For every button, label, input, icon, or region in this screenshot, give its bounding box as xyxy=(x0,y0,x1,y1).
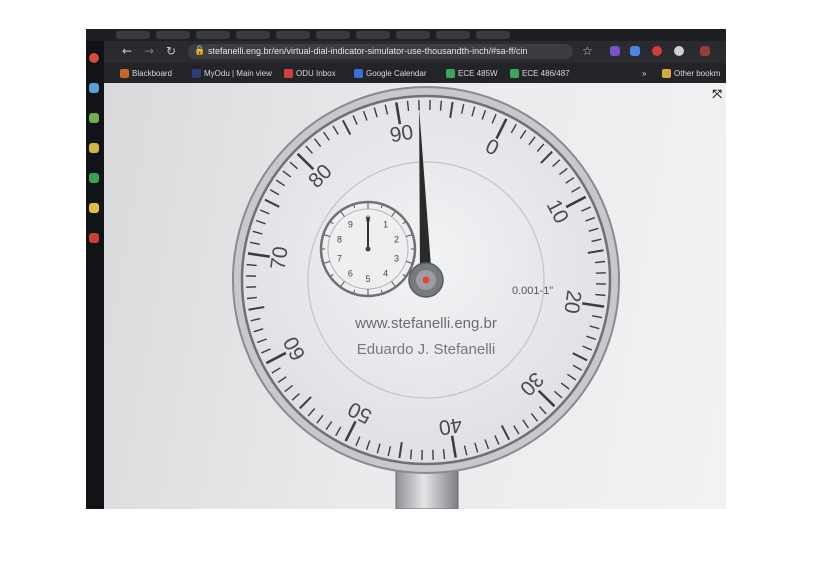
dial-label: 90 xyxy=(388,121,415,148)
dial-tick xyxy=(409,449,413,460)
browser-photo: ← → ↻ 🔒 stefanelli.eng.br/en/virtual-dia… xyxy=(86,29,726,509)
revolution-counter: 0123456789 xyxy=(319,200,417,298)
dial-label: 40 xyxy=(437,413,464,440)
dial-tick xyxy=(595,293,606,297)
revolution-label: 4 xyxy=(383,268,388,278)
needle-center-cap xyxy=(422,276,430,284)
author-label: Eduardo J. Stefanelli xyxy=(357,341,495,358)
revolution-label: 9 xyxy=(348,220,353,230)
dial-indicator[interactable]: 0102030405060708090 0123456789 0.001-1" … xyxy=(86,29,726,509)
dial-label: 70 xyxy=(267,245,293,272)
revolution-label: 8 xyxy=(337,235,342,245)
revolution-label: 5 xyxy=(365,274,370,284)
dial-tick xyxy=(439,100,443,111)
revolution-label: 1 xyxy=(383,220,388,230)
resolution-label: 0.001-1" xyxy=(512,285,553,297)
dial-tick xyxy=(246,263,257,267)
revolution-label: 6 xyxy=(348,268,353,278)
revolution-label: 2 xyxy=(394,235,399,245)
dial-label: 20 xyxy=(559,289,585,316)
website-label: www.stefanelli.eng.br xyxy=(354,315,497,332)
revolution-label: 3 xyxy=(394,253,399,263)
revolution-pivot xyxy=(365,246,371,252)
revolution-label: 7 xyxy=(337,253,342,263)
